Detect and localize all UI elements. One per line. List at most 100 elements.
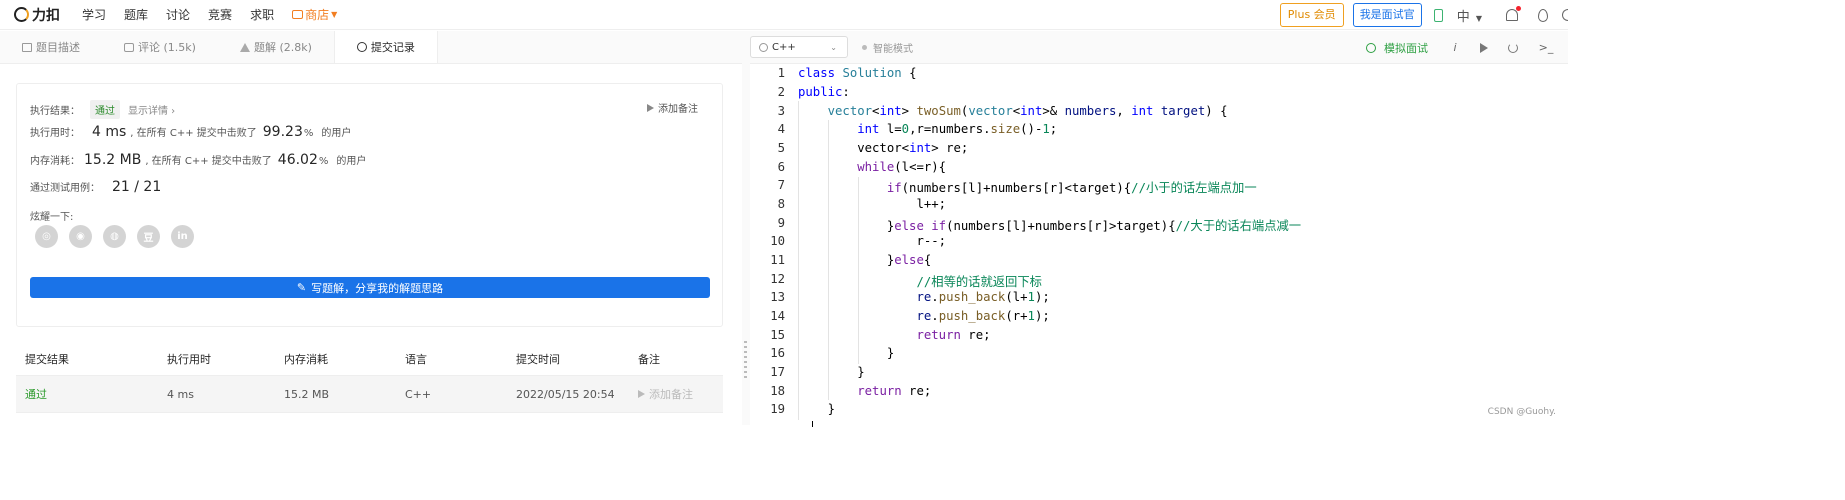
fire-icon[interactable]: [1538, 8, 1548, 22]
nav-link-shop[interactable]: 商店 ▼: [292, 6, 337, 23]
line-number: 19: [770, 402, 785, 416]
code-line: 3 vector<int> twoSum(vector<int>& number…: [750, 104, 1568, 123]
chevron-down-icon: ▼: [1475, 13, 1482, 23]
add-note-button[interactable]: 添加备注: [647, 100, 698, 115]
submission-memory: 15.2 MB: [284, 387, 330, 401]
code-text: }: [798, 402, 836, 416]
percent-sign: %: [318, 156, 329, 167]
reset-icon[interactable]: [1508, 42, 1518, 53]
info-icon[interactable]: i: [1450, 41, 1460, 54]
beat-text: , 在所有 C++ 提交中击败了: [145, 156, 272, 167]
drag-handle-icon[interactable]: [744, 341, 747, 379]
line-number: 16: [770, 346, 785, 360]
tab-label: 题解 (2.8k): [253, 41, 312, 54]
nav-links: 学习 题库 讨论 竞赛 求职 商店 ▼: [82, 6, 355, 23]
code-text: vector<int> re;: [798, 141, 969, 155]
nav-link-problems[interactable]: 题库: [124, 6, 148, 23]
code-line: 8 l++;: [750, 197, 1568, 216]
line-number: 15: [770, 328, 785, 342]
tab-submissions[interactable]: 提交记录: [333, 31, 438, 63]
problem-tabs: 题目描述 评论 (1.5k) 题解 (2.8k) 提交记录: [0, 31, 742, 64]
nav-link-discuss[interactable]: 讨论: [166, 6, 190, 23]
console-icon[interactable]: >_: [1538, 41, 1554, 54]
line-number: 7: [777, 178, 785, 192]
document-icon: [22, 42, 32, 52]
code-line: 14 re.push_back(r+1);: [750, 309, 1568, 328]
code-line: 17 }: [750, 365, 1568, 384]
code-text: l++;: [798, 197, 947, 211]
code-text: }: [798, 365, 865, 379]
status-badge: 通过: [90, 100, 120, 119]
row-add-note-button[interactable]: 添加备注: [638, 386, 693, 402]
write-solution-button[interactable]: ✎ 写题解，分享我的解题思路: [30, 277, 710, 298]
language-value: C++: [772, 41, 796, 53]
column-header: 语言: [405, 352, 427, 366]
top-nav: 力扣 学习 题库 讨论 竞赛 求职 商店 ▼ Plus 会员 我是面试官 中 ▼: [0, 0, 1568, 30]
code-text: }else if(numbers[l]+numbers[r]>target){/…: [798, 219, 1302, 233]
tab-description[interactable]: 题目描述: [0, 31, 102, 63]
code-line: 11 }else{: [750, 253, 1568, 272]
code-text: re.push_back(r+1);: [916, 309, 1050, 323]
logo[interactable]: 力扣: [14, 5, 60, 25]
nav-link-contest[interactable]: 竞赛: [208, 6, 232, 23]
code-line: 15 return re;: [750, 328, 1568, 347]
table-row[interactable]: 通过 4 ms 15.2 MB C++ 2022/05/15 20:54 添加备…: [16, 376, 723, 413]
panel-splitter[interactable]: [742, 31, 750, 425]
beat-text: , 在所有 C++ 提交中击败了: [130, 128, 257, 139]
language-label: 中: [1456, 9, 1470, 25]
plus-member-button[interactable]: Plus 会员: [1279, 3, 1344, 27]
show-details-link[interactable]: 显示详情 ›: [128, 102, 175, 117]
editor-toolbar: C++ ⌄ 智能模式 模拟面试 i >_: [750, 31, 1568, 64]
smart-mode-toggle[interactable]: 智能模式: [862, 40, 913, 55]
weibo-icon[interactable]: ◉: [69, 225, 92, 248]
line-number: 8: [777, 197, 785, 211]
line-number: 14: [770, 309, 785, 323]
watermark: CSDN @Guohy.: [1487, 407, 1556, 417]
douban-icon[interactable]: 豆: [137, 225, 160, 248]
tab-comments[interactable]: 评论 (1.5k): [102, 31, 218, 63]
dot-icon: [862, 44, 867, 50]
code-editor[interactable]: 1 class Solution { 2 public: 3 vector<int>…: [750, 64, 1568, 427]
interviewer-button[interactable]: 我是面试官: [1352, 3, 1422, 27]
qq-icon[interactable]: ◍: [103, 225, 126, 248]
code-text: return re;: [916, 328, 991, 342]
share-label: 炫耀一下:: [30, 212, 74, 223]
code-text: int l=0,r=numbers.size()-1;: [857, 122, 1058, 136]
result-row: 执行结果： 通过 显示详情 ›: [30, 100, 175, 119]
tab-solutions[interactable]: 题解 (2.8k): [218, 31, 334, 63]
nav-link-learn[interactable]: 学习: [82, 6, 106, 23]
code-text: r--;: [798, 234, 947, 248]
mock-interview-button[interactable]: 模拟面试: [1366, 40, 1428, 56]
submission-language: C++: [405, 387, 432, 401]
tests-row: 通过测试用例： 21 / 21: [30, 179, 161, 195]
nav-link-jobs[interactable]: 求职: [250, 6, 274, 23]
comment-icon: [124, 42, 134, 52]
column-header: 内存消耗: [284, 352, 328, 366]
column-header: 执行用时: [167, 352, 211, 366]
line-number: 9: [777, 216, 785, 230]
code-line: 7 if(numbers[l]+numbers[r]<target){//小于的…: [750, 178, 1568, 197]
line-number: 3: [777, 104, 785, 118]
user-suffix: 的用户: [336, 156, 367, 167]
phone-icon[interactable]: [1433, 8, 1443, 22]
notification-dot: [1516, 6, 1521, 11]
play-icon[interactable]: [1480, 42, 1488, 53]
submission-status[interactable]: 通过: [25, 386, 47, 402]
line-number: 6: [777, 160, 785, 174]
column-header: 提交时间: [516, 352, 560, 366]
code-text: public:: [798, 85, 850, 99]
wechat-icon[interactable]: ◎: [35, 225, 58, 248]
line-number: 11: [770, 253, 785, 267]
tests-value: 21 / 21: [112, 179, 162, 195]
chevron-down-icon: ⌄: [830, 42, 837, 52]
language-switch[interactable]: 中 ▼: [1457, 6, 1482, 25]
code-text: return re;: [857, 384, 932, 398]
linkedin-icon[interactable]: in: [171, 225, 194, 248]
smart-mode-label: 智能模式: [873, 43, 913, 55]
avatar[interactable]: [1562, 9, 1568, 21]
row-add-note-label: 添加备注: [649, 388, 693, 401]
bell-icon[interactable]: [1506, 6, 1521, 21]
line-number: 5: [777, 141, 785, 155]
language-select[interactable]: C++ ⌄: [750, 36, 848, 58]
shop-icon: [292, 10, 304, 19]
